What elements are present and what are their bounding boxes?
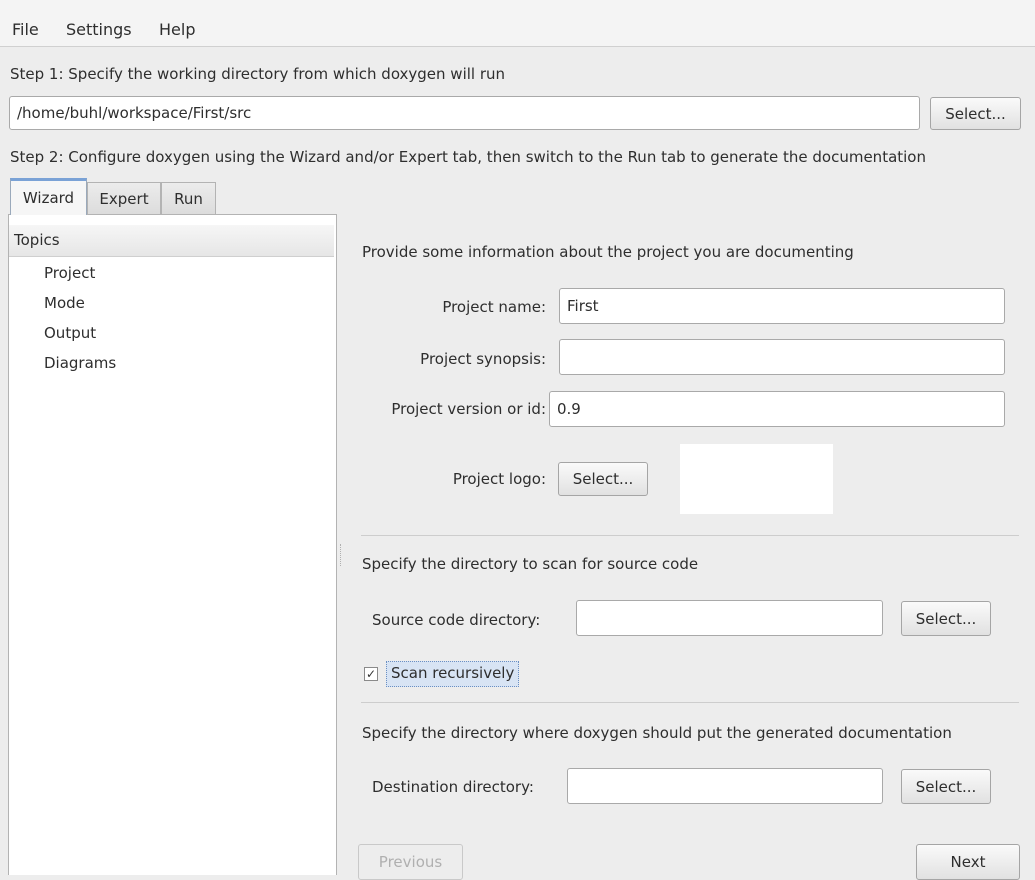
project-version-label: Project version or id:: [391, 400, 546, 418]
destination-directory-label: Destination directory:: [372, 778, 534, 796]
topic-project[interactable]: Project: [44, 264, 95, 282]
working-directory-select-button[interactable]: Select...: [930, 97, 1021, 130]
project-section-heading: Provide some information about the proje…: [362, 243, 854, 261]
menu-file[interactable]: File: [12, 20, 39, 39]
project-logo-label: Project logo:: [452, 470, 546, 488]
project-version-input[interactable]: [549, 391, 1005, 427]
tab-expert[interactable]: Expert: [87, 182, 161, 214]
project-logo-preview: [680, 444, 833, 514]
topics-header: Topics: [9, 225, 334, 257]
destination-section-heading: Specify the directory where doxygen shou…: [362, 724, 952, 742]
project-name-label: Project name:: [442, 298, 546, 316]
topics-header-label: Topics: [14, 231, 60, 249]
source-directory-select-button[interactable]: Select...: [901, 601, 991, 636]
scan-recursively-label[interactable]: Scan recursively: [386, 661, 520, 687]
menu-help[interactable]: Help: [159, 20, 195, 39]
working-directory-input[interactable]: [9, 96, 920, 130]
project-logo-select-button[interactable]: Select...: [558, 462, 648, 496]
step1-instruction: Step 1: Specify the working directory fr…: [10, 65, 506, 83]
source-section-heading: Specify the directory to scan for source…: [362, 555, 699, 573]
project-synopsis-label: Project synopsis:: [420, 350, 546, 368]
tab-run[interactable]: Run: [161, 182, 216, 214]
section-divider-2: [361, 702, 1019, 703]
project-name-input[interactable]: [559, 288, 1005, 324]
tab-wizard[interactable]: Wizard: [10, 178, 87, 215]
source-directory-label: Source code directory:: [372, 611, 541, 629]
scan-recursively-checkbox[interactable]: ✓: [364, 667, 378, 681]
destination-directory-input[interactable]: [567, 768, 883, 804]
topics-panel: [8, 214, 337, 875]
menu-settings[interactable]: Settings: [66, 20, 132, 39]
project-synopsis-input[interactable]: [559, 339, 1005, 375]
source-directory-input[interactable]: [576, 600, 883, 636]
section-divider-1: [361, 535, 1019, 536]
topic-mode[interactable]: Mode: [44, 294, 85, 312]
menu-bar: File Settings Help: [0, 0, 1035, 47]
splitter-handle[interactable]: [340, 544, 345, 566]
step2-instruction: Step 2: Configure doxygen using the Wiza…: [10, 148, 926, 166]
topic-diagrams[interactable]: Diagrams: [44, 354, 116, 372]
destination-directory-select-button[interactable]: Select...: [901, 769, 991, 804]
topic-output[interactable]: Output: [44, 324, 96, 342]
